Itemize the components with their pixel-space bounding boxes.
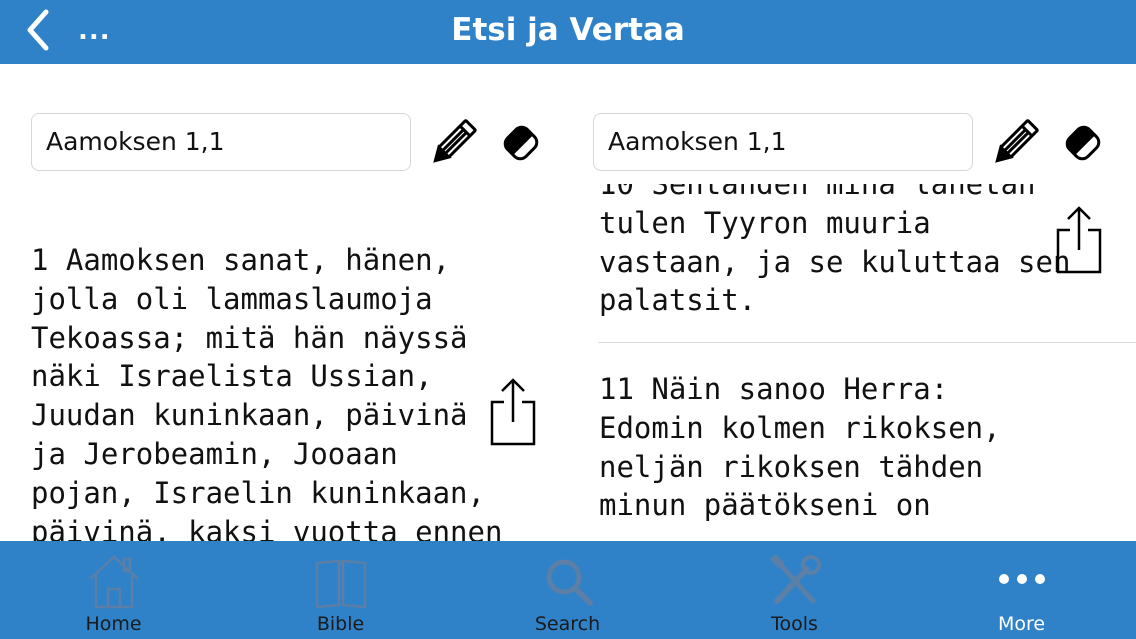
verse-separator bbox=[598, 342, 1136, 343]
pencil-icon bbox=[433, 119, 477, 163]
tab-more[interactable]: More bbox=[908, 541, 1135, 639]
tab-bar: Home Bible Search Tools More bbox=[0, 541, 1136, 639]
tab-label: More bbox=[997, 613, 1046, 635]
eraser-icon bbox=[1065, 125, 1101, 161]
reference-input-left[interactable]: Aamoksen 1,1 bbox=[31, 113, 411, 171]
tab-bible[interactable]: Bible bbox=[227, 541, 454, 639]
tools-icon bbox=[769, 553, 821, 604]
share-icon bbox=[490, 378, 536, 446]
share-button-left[interactable] bbox=[486, 376, 540, 448]
tab-search[interactable]: Search bbox=[454, 541, 681, 639]
verse-text-right-bottom: 11 Näin sanoo Herra: Edomin kolmen rikok… bbox=[599, 372, 1001, 523]
search-icon bbox=[546, 559, 593, 606]
page-title: Etsi ja Vertaa bbox=[451, 12, 685, 48]
book-icon bbox=[315, 559, 366, 609]
share-icon bbox=[1056, 206, 1102, 274]
tab-home[interactable]: Home bbox=[0, 541, 227, 639]
tab-label: Search bbox=[534, 613, 601, 635]
navigation-bar: ... Etsi ja Vertaa bbox=[0, 0, 1136, 64]
verse-text-right-top: 10 Sentähden minä lähetän tulen Tyyron m… bbox=[599, 184, 1071, 318]
tab-label: Tools bbox=[771, 613, 818, 635]
verse-list-right[interactable]: 10 Sentähden minä lähetän tulen Tyyron m… bbox=[568, 184, 1136, 541]
reference-input-right[interactable]: Aamoksen 1,1 bbox=[593, 113, 973, 171]
tab-label: Bible bbox=[316, 613, 365, 635]
eraser-icon bbox=[503, 125, 539, 161]
right-compare-pane: Aamoksen 1,1 10 Sentähden minä lähetän t… bbox=[568, 64, 1136, 541]
tab-tools[interactable]: Tools bbox=[681, 541, 908, 639]
edit-button-right[interactable] bbox=[988, 116, 1042, 170]
header-mask bbox=[568, 171, 1136, 184]
share-button-right[interactable] bbox=[1052, 204, 1106, 276]
tab-label: Home bbox=[85, 613, 142, 635]
more-icon bbox=[998, 574, 1045, 584]
edit-button-left[interactable] bbox=[426, 116, 480, 170]
clear-button-left[interactable] bbox=[494, 116, 548, 170]
pencil-icon bbox=[995, 119, 1039, 163]
home-icon bbox=[88, 555, 139, 609]
left-compare-pane: Aamoksen 1,1 1 Aamoksen sanat, hänen, jo… bbox=[0, 64, 568, 541]
clear-button-right[interactable] bbox=[1056, 116, 1110, 170]
verse-text-left: 1 Aamoksen sanat, hänen, jolla oli lamma… bbox=[31, 243, 503, 541]
